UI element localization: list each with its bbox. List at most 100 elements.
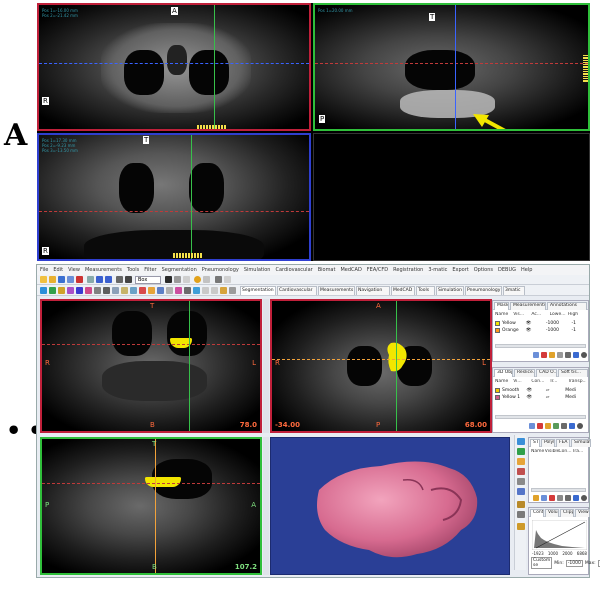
view-measure-icon[interactable] bbox=[517, 501, 525, 508]
duplicate-mask-icon[interactable] bbox=[549, 352, 555, 358]
view-clip-icon[interactable] bbox=[517, 468, 525, 475]
3d-viewport[interactable] bbox=[270, 437, 510, 575]
masks-col-header[interactable]: Lowe... bbox=[550, 312, 568, 319]
settings-icon[interactable] bbox=[211, 287, 218, 294]
menu-item-biomat[interactable]: Biomat bbox=[318, 267, 336, 273]
menu-item-simulation[interactable]: Simulation bbox=[244, 267, 271, 273]
axis-icon[interactable] bbox=[40, 287, 47, 294]
calc-3d-icon[interactable] bbox=[130, 287, 137, 294]
objects-col-header[interactable]: Name bbox=[495, 379, 513, 386]
view-snapshot-icon[interactable] bbox=[517, 523, 525, 530]
delete-object-icon[interactable] bbox=[537, 423, 543, 429]
light-icon[interactable] bbox=[220, 287, 227, 294]
menu-item-medcad[interactable]: MedCAD bbox=[340, 267, 361, 273]
masks-col-header[interactable]: Vis... bbox=[513, 312, 531, 319]
view-front-icon[interactable] bbox=[517, 448, 525, 455]
masks-col-header[interactable]: High bbox=[568, 312, 586, 319]
move-icon[interactable] bbox=[125, 276, 132, 283]
import-icon[interactable] bbox=[67, 276, 74, 283]
color-icon[interactable] bbox=[175, 287, 182, 294]
duplicate-object-icon[interactable] bbox=[545, 423, 551, 429]
menu-item-measurements[interactable]: Measurements bbox=[85, 267, 122, 273]
mask-icon[interactable] bbox=[76, 287, 83, 294]
measure-icon[interactable] bbox=[215, 276, 222, 283]
objects-col-header[interactable]: Con... bbox=[531, 379, 549, 386]
workspace-tab-pneumonology[interactable]: Pneumonology bbox=[465, 286, 502, 295]
contrast-tab-2[interactable]: Clipping bbox=[560, 509, 574, 517]
objects-col-header[interactable]: Vi... bbox=[513, 379, 531, 386]
window-icon[interactable] bbox=[224, 276, 231, 283]
objects-tab-1[interactable]: Reslice... bbox=[514, 369, 535, 377]
object-props-icon[interactable] bbox=[553, 423, 559, 429]
menu-item-debug[interactable]: DEBUG bbox=[498, 267, 516, 273]
menu-item-cardiovascular[interactable]: Cardiovascular bbox=[275, 267, 312, 273]
pen-icon[interactable] bbox=[103, 287, 110, 294]
stl-col-header[interactable]: Tra... bbox=[572, 449, 586, 456]
multi-slice-icon[interactable] bbox=[85, 287, 92, 294]
object-contour-icon[interactable]: ▱ bbox=[546, 395, 563, 400]
stl-col-header[interactable]: Visible bbox=[545, 449, 559, 456]
workspace-tab-simulation[interactable]: Simulation bbox=[436, 286, 464, 295]
pan-icon[interactable] bbox=[174, 276, 181, 283]
contrast-preset-select[interactable]: Custom se bbox=[531, 557, 553, 569]
cavity-icon[interactable] bbox=[166, 287, 173, 294]
mask-calc-icon[interactable] bbox=[573, 352, 579, 358]
menu-item-pneumonology[interactable]: Pneumonology bbox=[202, 267, 239, 273]
viewport-slider-divider-2[interactable] bbox=[263, 437, 269, 575]
options-icon[interactable] bbox=[202, 287, 209, 294]
objects-scrollbar[interactable] bbox=[495, 415, 586, 419]
threshold-icon[interactable] bbox=[194, 276, 201, 283]
object-row[interactable]: Smooth 👁 ▱ Medi bbox=[495, 387, 586, 393]
undo-icon[interactable] bbox=[96, 276, 103, 283]
objects-tab-0[interactable]: 3D Objects bbox=[494, 369, 513, 377]
menu-item-help[interactable]: Help bbox=[521, 267, 532, 273]
workspace-tab-medcad[interactable]: MedCAD bbox=[391, 286, 415, 295]
mask-props-icon[interactable] bbox=[557, 352, 563, 358]
wrap-icon[interactable] bbox=[139, 287, 146, 294]
masks-scrollbar[interactable] bbox=[495, 344, 586, 348]
menu-item-fea-cfd[interactable]: FEA/CFD bbox=[367, 267, 388, 273]
menu-item-view[interactable]: View bbox=[68, 267, 80, 273]
mask-visible-icon[interactable]: 👁 bbox=[526, 321, 544, 326]
stl-col-header[interactable]: Con... bbox=[559, 449, 573, 456]
stl-import-icon[interactable] bbox=[533, 495, 539, 501]
masks-tab-2[interactable]: Annotations bbox=[547, 302, 587, 310]
menu-item-file[interactable]: File bbox=[40, 267, 48, 273]
mask-more-icon[interactable] bbox=[565, 352, 571, 358]
object-row[interactable]: Yellow 1 👁 ▱ Medi bbox=[495, 394, 586, 400]
layout-icon[interactable] bbox=[203, 276, 210, 283]
mask-row[interactable]: Orange 👁 -1000 -1 bbox=[495, 327, 586, 333]
view-cube-icon[interactable] bbox=[517, 438, 525, 445]
workspace-tab-tools[interactable]: Tools bbox=[416, 286, 435, 295]
mask-row[interactable]: Yellow 👁 -1000 -1 bbox=[495, 320, 586, 326]
menu-item-edit[interactable]: Edit bbox=[53, 267, 63, 273]
menu-item-registration[interactable]: Registration bbox=[393, 267, 423, 273]
menu-item-tools[interactable]: Tools bbox=[127, 267, 139, 273]
masks-col-header[interactable]: Ac... bbox=[531, 312, 549, 319]
stl-tab-3[interactable]: Simulation O... bbox=[571, 439, 591, 447]
stl-tab-1[interactable]: Polylines bbox=[541, 439, 555, 447]
objects-col-header[interactable]: Tr... bbox=[550, 379, 568, 386]
grid-icon[interactable] bbox=[87, 276, 94, 283]
masks-tab-1[interactable]: Measurements bbox=[510, 302, 546, 310]
open-folder-icon[interactable] bbox=[49, 276, 56, 283]
objects-col-header[interactable]: Transp... bbox=[568, 379, 586, 386]
object-contour-icon[interactable]: ▱ bbox=[546, 388, 563, 393]
object-visible-icon[interactable]: 👁 bbox=[527, 395, 544, 400]
stl-new-icon[interactable] bbox=[541, 495, 547, 501]
save-icon[interactable] bbox=[58, 276, 65, 283]
crop-icon[interactable] bbox=[49, 287, 56, 294]
view-light-icon[interactable] bbox=[517, 458, 525, 465]
split-icon[interactable] bbox=[157, 287, 164, 294]
coronal-viewport[interactable]: T R L B 78.0 bbox=[40, 299, 262, 433]
stl-tab-2[interactable]: FEA Mesh bbox=[556, 439, 570, 447]
rotate-icon[interactable] bbox=[116, 276, 123, 283]
boolean-icon[interactable] bbox=[112, 287, 119, 294]
stl-scrollbar[interactable] bbox=[531, 488, 586, 492]
stl-menu-icon[interactable] bbox=[581, 495, 587, 501]
menu-item-export[interactable]: Export bbox=[452, 267, 468, 273]
menu-item-filter[interactable]: Filter bbox=[144, 267, 156, 273]
masks-col-header[interactable]: Name bbox=[495, 312, 513, 319]
stl-props-icon[interactable] bbox=[557, 495, 563, 501]
delete-mask-icon[interactable] bbox=[541, 352, 547, 358]
